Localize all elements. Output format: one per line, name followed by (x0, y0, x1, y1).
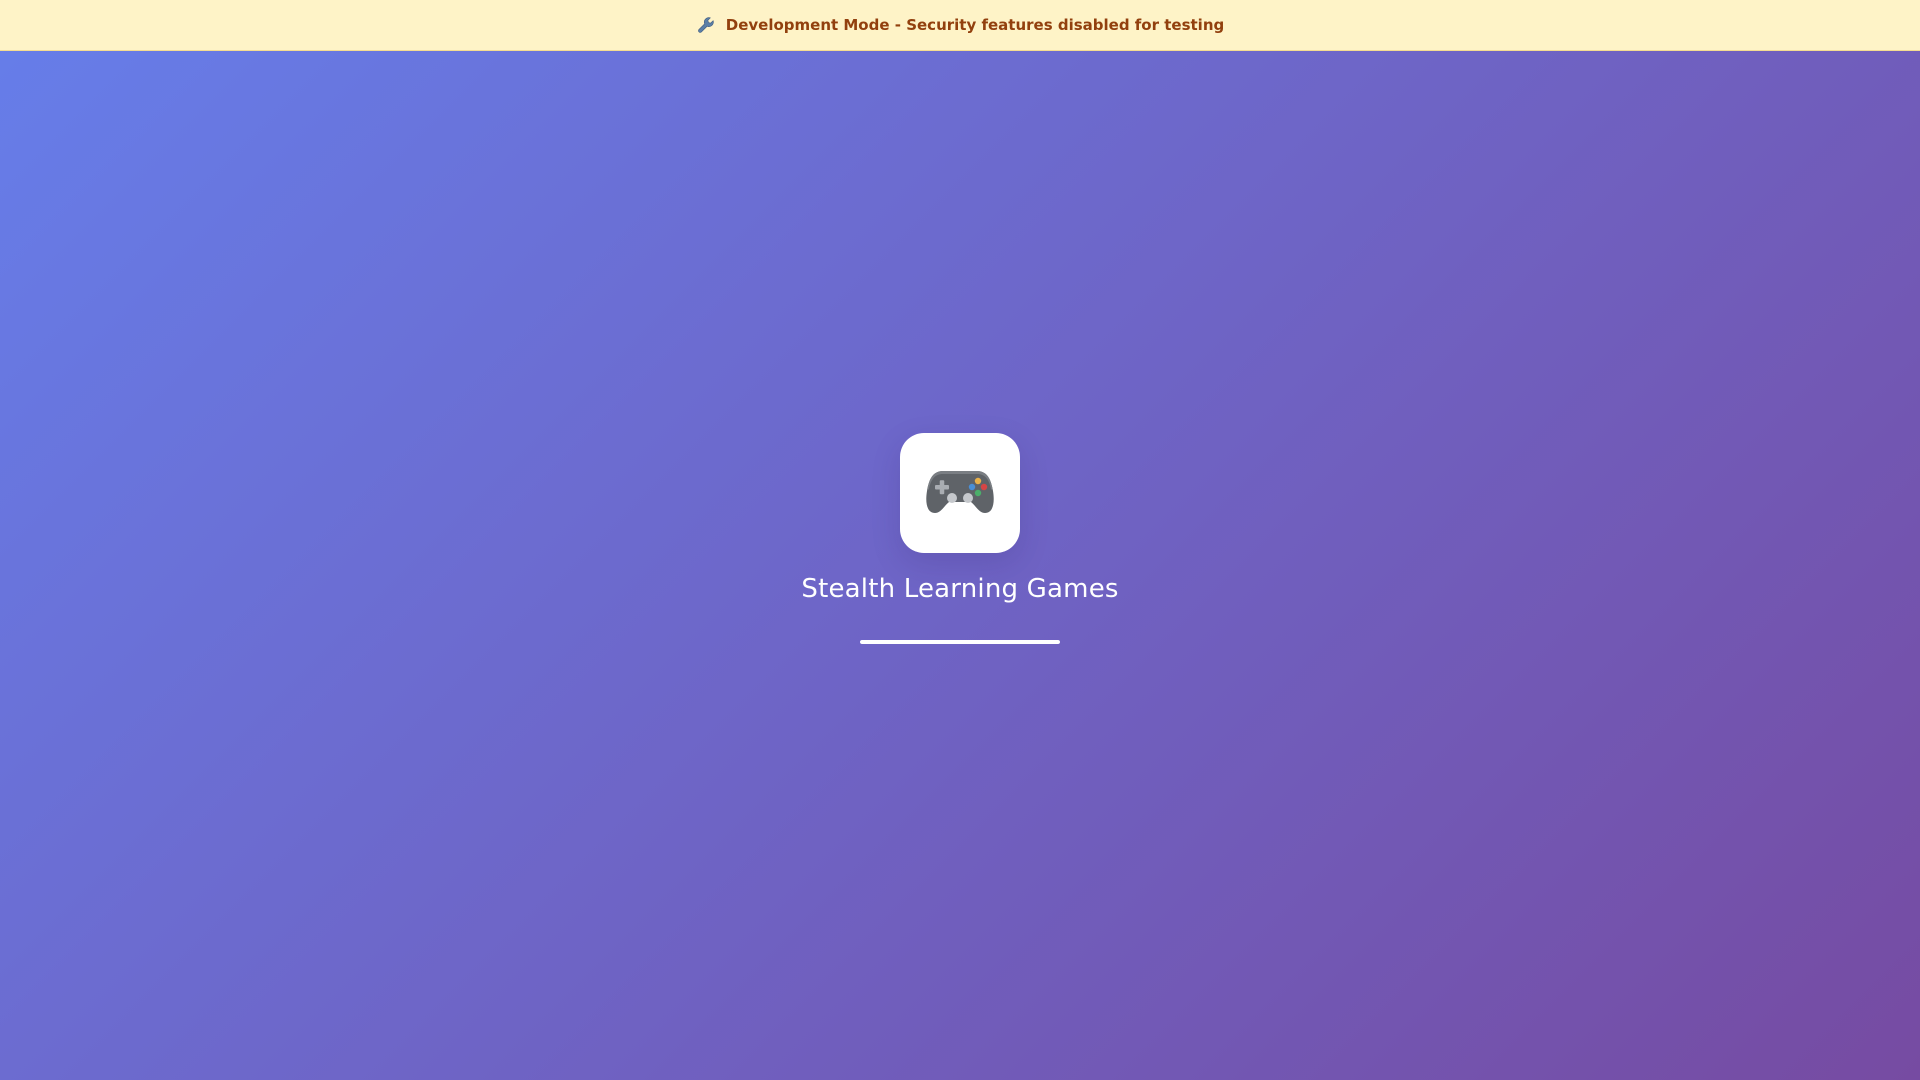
app-logo (900, 433, 1020, 553)
app-root: Development Mode - Security features dis… (0, 0, 1920, 1080)
loading-progress-fill (860, 640, 1060, 644)
loading-screen: Stealth Learning Games (0, 0, 1920, 1080)
gamepad-icon (925, 465, 995, 521)
loading-progress-bar (860, 640, 1060, 644)
app-title: Stealth Learning Games (801, 574, 1119, 604)
